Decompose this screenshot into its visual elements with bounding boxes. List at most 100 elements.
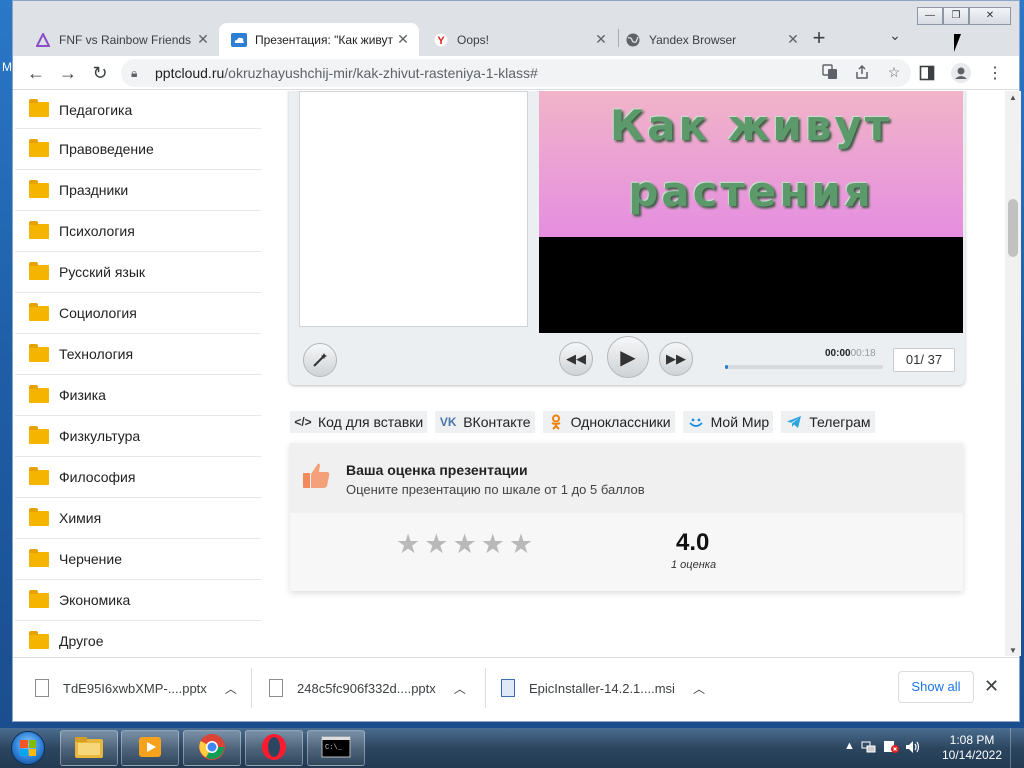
forward-icon[interactable]: → xyxy=(55,60,81,86)
sidebar-item-philosophy[interactable]: Философия xyxy=(15,457,261,498)
star-icon[interactable]: ★ xyxy=(481,531,505,558)
chevron-up-icon[interactable]: ︿ xyxy=(693,680,705,697)
tab-presentation[interactable]: Презентация: "Как живут растения" ✕ xyxy=(219,23,419,56)
mymir-share-button[interactable]: Мой Мир xyxy=(682,411,774,433)
volume-icon[interactable] xyxy=(905,740,921,757)
sidebar-item-chemistry[interactable]: Химия xyxy=(15,498,261,539)
folder-icon xyxy=(29,99,49,117)
tab-strip: FNF vs Rainbow Friends ✕ Презентация: "К… xyxy=(13,1,1019,56)
download-item[interactable]: EpicInstaller-14.2.1....msi ︿ xyxy=(501,674,705,702)
sidebar-item-technology[interactable]: Технология xyxy=(15,334,261,375)
telegram-share-button[interactable]: Телеграм xyxy=(781,411,875,433)
sidebar-item-russian[interactable]: Русский язык xyxy=(15,252,261,293)
close-tab-icon[interactable]: ✕ xyxy=(195,31,211,48)
folder-icon xyxy=(29,466,49,485)
mymir-icon xyxy=(687,414,705,430)
share-icon[interactable] xyxy=(853,63,871,81)
taskbar-opera[interactable] xyxy=(245,730,303,766)
download-item[interactable]: 248c5fc906f332d....pptx ︿ xyxy=(269,674,466,702)
download-item[interactable]: TdE95I6xwbXMP-....pptx ︿ xyxy=(35,674,237,702)
sidebar-item-label: Черчение xyxy=(59,551,123,567)
tray-expand-icon[interactable]: ▲ xyxy=(844,740,855,757)
tab-search-chevron-icon[interactable]: ⌄ xyxy=(885,27,905,47)
menu-kebab-icon[interactable]: ⋮ xyxy=(983,60,1007,86)
sidebar-item-sociology[interactable]: Социология xyxy=(15,293,261,334)
close-tab-icon[interactable]: ✕ xyxy=(785,31,801,48)
tab-fnf[interactable]: FNF vs Rainbow Friends ✕ xyxy=(23,23,219,56)
star-icon[interactable]: ★ xyxy=(452,531,476,558)
star-icon[interactable]: ★ xyxy=(509,531,533,558)
taskbar-cmd[interactable]: C:\_ xyxy=(307,730,365,766)
globe-icon xyxy=(625,32,641,48)
scroll-up-arrow-icon[interactable]: ▲ xyxy=(1008,93,1018,103)
lock-icon[interactable]: 🔒︎ xyxy=(131,66,145,81)
show-all-downloads-button[interactable]: Show all xyxy=(898,671,974,703)
star-icon[interactable]: ★ xyxy=(396,531,420,558)
download-separator xyxy=(485,668,486,708)
sidebar-item-label: Химия xyxy=(59,510,102,526)
chevron-up-icon[interactable]: ︿ xyxy=(225,680,237,697)
scroll-down-arrow-icon[interactable]: ▼ xyxy=(1008,646,1018,656)
slide-title-area: Как живут растения xyxy=(539,91,963,237)
magic-wand-icon[interactable] xyxy=(303,343,337,377)
slide-counter[interactable]: 01/ 37 xyxy=(893,348,955,372)
sidebar-item-economics[interactable]: Экономика xyxy=(15,580,261,621)
slide-title-line1: Как живут xyxy=(609,101,893,150)
svg-text:C:\_: C:\_ xyxy=(325,744,343,752)
ok-share-button[interactable]: Одноклассники xyxy=(542,411,675,433)
fast-forward-button[interactable]: ▶▶ xyxy=(659,342,693,376)
sidebar-item-pedagogy[interactable]: Педагогика xyxy=(15,91,261,129)
start-button[interactable] xyxy=(4,729,52,767)
close-tab-icon[interactable]: ✕ xyxy=(593,31,609,48)
scrollbar-thumb[interactable] xyxy=(1008,199,1018,257)
play-button[interactable]: ▶ xyxy=(607,336,649,378)
restore-button[interactable]: ❐ xyxy=(943,7,969,25)
sidebar-item-other[interactable]: Другое xyxy=(15,621,261,656)
network-icon[interactable] xyxy=(861,740,877,757)
download-bar: TdE95I6xwbXMP-....pptx ︿ 248c5fc906f332d… xyxy=(13,657,1019,721)
sidebar-item-law[interactable]: Правоведение xyxy=(15,129,261,170)
action-center-icon[interactable] xyxy=(883,740,899,757)
side-panel-icon[interactable] xyxy=(915,60,939,86)
show-desktop-button[interactable] xyxy=(1010,728,1024,768)
playback-progress-bar[interactable] xyxy=(725,365,883,369)
playback-time: 00:0000:18 xyxy=(825,348,876,359)
reload-icon[interactable]: ↻ xyxy=(87,60,113,86)
taskbar-media-player[interactable] xyxy=(121,730,179,766)
url-text[interactable]: pptcloud.ru/okruzhayushchij-mir/kak-zhiv… xyxy=(155,65,538,81)
vk-share-button[interactable]: VK ВКонтакте xyxy=(435,411,535,433)
sidebar-item-pe[interactable]: Физкультура xyxy=(15,416,261,457)
rewind-button[interactable]: ◀◀ xyxy=(559,342,593,376)
omnibox-actions: ☆ xyxy=(821,63,903,81)
slide-thumbnails-panel[interactable] xyxy=(299,91,528,327)
taskbar-chrome[interactable] xyxy=(183,730,241,766)
sidebar-item-physics[interactable]: Физика xyxy=(15,375,261,416)
profile-avatar-icon[interactable] xyxy=(949,60,973,86)
address-bar[interactable]: 🔒︎ pptcloud.ru/okruzhayushchij-mir/kak-z… xyxy=(121,59,911,87)
sidebar-item-holidays[interactable]: Праздники xyxy=(15,170,261,211)
embed-code-button[interactable]: </> Код для вставки xyxy=(290,411,428,433)
close-download-bar-icon[interactable]: ✕ xyxy=(984,676,999,697)
back-icon[interactable]: ← xyxy=(23,60,49,86)
minimize-button[interactable]: — xyxy=(917,7,943,25)
bookmark-star-icon[interactable]: ☆ xyxy=(885,63,903,81)
sidebar-item-psychology[interactable]: Психология xyxy=(15,211,261,252)
share-label: Мой Мир xyxy=(710,414,770,430)
close-tab-icon[interactable]: ✕ xyxy=(395,31,411,48)
chevron-up-icon[interactable]: ︿ xyxy=(454,680,466,697)
translate-icon[interactable] xyxy=(821,63,839,81)
taskbar-clock[interactable]: 1:08 PM 10/14/2022 xyxy=(940,733,1004,763)
tab-title: FNF vs Rainbow Friends xyxy=(59,32,192,47)
rating-title: Ваша оценка презентации xyxy=(346,462,528,478)
tab-oops[interactable]: Y Oops! ✕ xyxy=(421,23,617,56)
star-icon[interactable]: ★ xyxy=(424,531,448,558)
taskbar-explorer[interactable] xyxy=(60,730,118,766)
tab-yandex-browser[interactable]: Yandex Browser ✕ xyxy=(613,23,809,56)
download-filename: EpicInstaller-14.2.1....msi xyxy=(529,680,675,696)
new-tab-button[interactable]: + xyxy=(805,25,833,53)
sidebar-item-drafting[interactable]: Черчение xyxy=(15,539,261,580)
close-window-button[interactable]: ✕ xyxy=(969,7,1011,25)
page-scrollbar[interactable]: ▲ ▼ xyxy=(1005,91,1021,656)
slide-view[interactable]: Как живут растения xyxy=(539,91,963,333)
download-filename: TdE95I6xwbXMP-....pptx xyxy=(63,680,207,696)
